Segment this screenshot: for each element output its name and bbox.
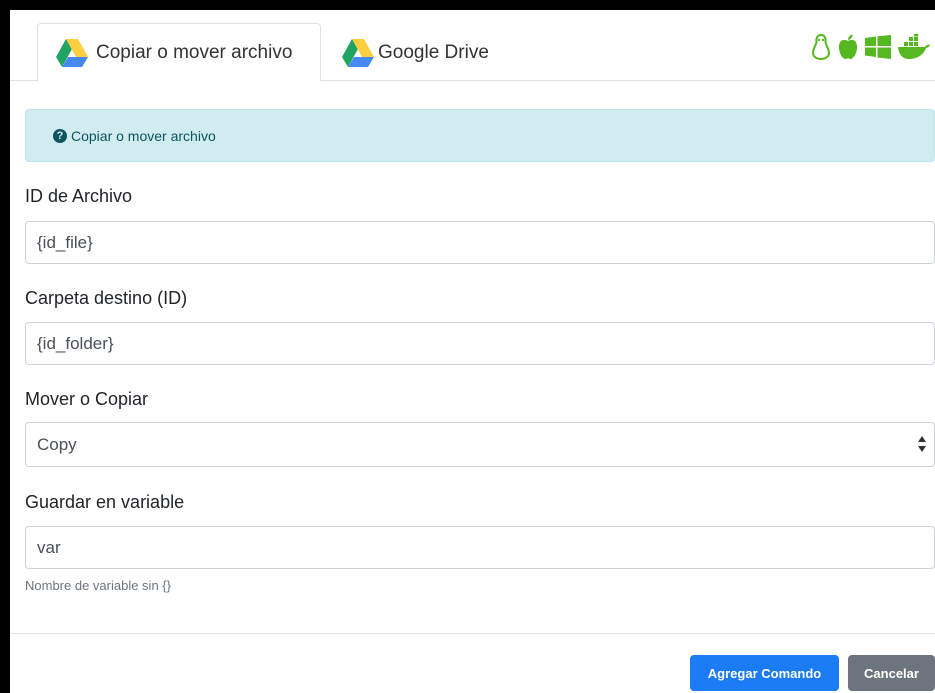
- google-drive-icon: [342, 38, 374, 67]
- add-command-button[interactable]: Agregar Comando: [690, 655, 839, 691]
- os-icons: [811, 34, 931, 60]
- tab-bar: Copiar o mover archivo Google Drive: [10, 10, 935, 82]
- action-select-value: Copy: [37, 434, 77, 454]
- variable-label: Guardar en variable: [25, 492, 185, 512]
- apple-icon: [839, 34, 857, 59]
- alert-text: Copiar o mover archivo: [71, 127, 216, 144]
- question-circle-icon: ?: [53, 128, 67, 143]
- action-label: Mover o Copiar: [25, 389, 149, 409]
- folder-id-input[interactable]: [25, 322, 935, 365]
- cancel-button[interactable]: Cancelar: [848, 655, 935, 691]
- file-id-input[interactable]: [25, 221, 935, 264]
- variable-input[interactable]: [25, 526, 935, 569]
- google-drive-icon: [56, 38, 88, 67]
- folder-id-label: Carpeta destino (ID): [25, 288, 188, 308]
- select-arrows-icon: [918, 435, 926, 453]
- variable-help-text: Nombre de variable sin {}: [25, 578, 171, 593]
- action-select[interactable]: Copy: [25, 422, 935, 467]
- linux-icon: [811, 34, 831, 60]
- footer-divider: [10, 633, 935, 634]
- docker-icon: [898, 34, 930, 59]
- tab-copiar-mover[interactable]: Copiar o mover archivo: [37, 23, 321, 82]
- file-id-label: ID de Archivo: [25, 186, 133, 206]
- info-alert: ? Copiar o mover archivo: [25, 109, 935, 162]
- command-form-panel: Copiar o mover archivo Google Drive ? Co…: [10, 10, 935, 693]
- tab-google-drive[interactable]: Google Drive: [340, 23, 489, 82]
- windows-icon: [865, 35, 891, 59]
- tab-label: Google Drive: [378, 41, 489, 63]
- tab-label: Copiar o mover archivo: [96, 41, 293, 63]
